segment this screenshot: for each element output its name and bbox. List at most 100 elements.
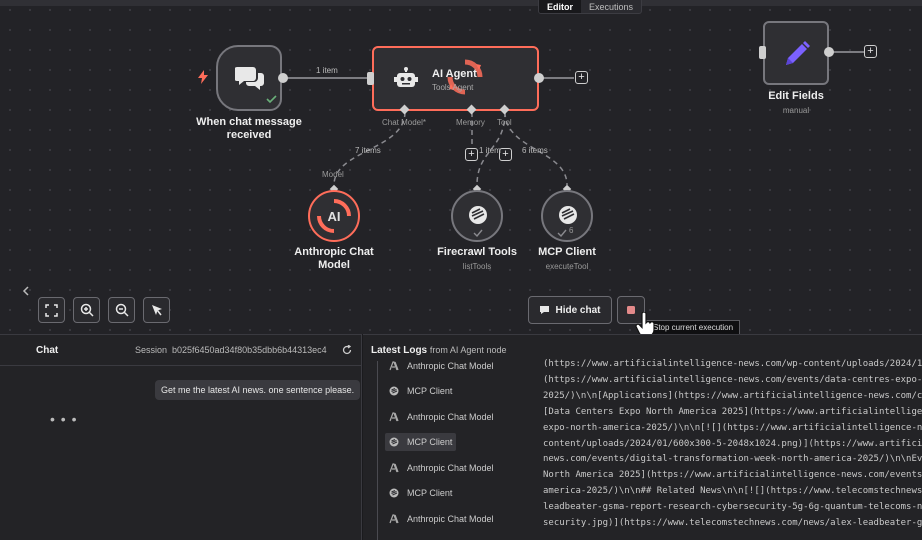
log-output-line: content/uploads/2024/01/600x300-5-2048x1… (543, 438, 922, 449)
mcp-check-icon (557, 229, 567, 237)
port-label-tool: Tool (497, 118, 512, 127)
ai-agent-title: AI Agent (432, 68, 477, 80)
log-item-label: MCP Client (407, 488, 453, 498)
mcp-icon (389, 386, 399, 396)
edit-fields-node[interactable] (763, 21, 829, 85)
zoom-out-icon (115, 303, 129, 317)
edit-fields-subtitle: manual (782, 106, 810, 115)
log-output-line: (https://www.artificialintelligence-news… (543, 374, 922, 385)
mcp-client-node[interactable]: 6 (541, 190, 593, 242)
stop-execution-tooltip: Stop current execution (646, 320, 741, 334)
chat-header: Chat Session b025f6450ad34f80b35dbb6b443… (0, 335, 362, 366)
anthropic-label-line2: Model (318, 259, 350, 271)
log-item-label: Anthropic Chat Model (407, 412, 494, 422)
anthropic-logo-icon: AI (317, 199, 351, 233)
select-tool-button[interactable] (143, 297, 170, 323)
log-item[interactable]: Anthropic Chat Model (385, 357, 498, 375)
user-message-bubble: Get me the latest AI news. one sentence … (155, 380, 361, 400)
port-label-chat-model: Chat Model* (382, 118, 427, 127)
typing-indicator: • • • (50, 411, 78, 427)
firecrawl-subtitle: listTools (462, 262, 492, 271)
hide-chat-button[interactable]: Hide chat (528, 296, 612, 324)
mcp-icon (389, 488, 399, 498)
zoom-in-icon (80, 303, 94, 317)
reset-session-icon[interactable] (342, 345, 352, 355)
edge-label-model-items: 7 items (355, 146, 381, 155)
anthropic-label-line1: Anthropic Chat (294, 246, 374, 258)
anthropic-icon (389, 514, 399, 524)
port-label-memory: Memory (456, 118, 485, 127)
edge-label-mcp-items: 6 items (522, 146, 548, 155)
chat-panel: Chat Session b025f6450ad34f80b35dbb6b443… (0, 334, 362, 540)
log-output-line: security.jpg)](https://www.telecomstechn… (543, 518, 922, 529)
log-item-label: MCP Client (407, 386, 453, 396)
log-output-line: [Data Centers Expo North America 2025](h… (543, 406, 922, 417)
log-item[interactable]: MCP Client (385, 484, 456, 502)
log-output-line: expo-north-america-2025/)\n\n[![](https:… (543, 422, 922, 433)
log-output-line: leadbeater-gsma-report-research-cybersec… (543, 502, 922, 513)
chat-bubbles-icon (235, 67, 264, 90)
zoom-in-button[interactable] (73, 297, 100, 323)
log-item[interactable]: Anthropic Chat Model (385, 510, 498, 528)
chevron-left-icon[interactable] (22, 286, 30, 296)
fit-view-button[interactable] (38, 297, 65, 323)
log-item-label: Anthropic Chat Model (407, 514, 494, 524)
edge-label-trigger-agent: 1 item (316, 66, 338, 75)
trigger-output-port[interactable] (278, 73, 288, 83)
session-label: Session (135, 345, 168, 355)
log-output: (https://www.artificialintelligence-news… (543, 357, 922, 532)
anthropic-icon (389, 361, 399, 371)
bolt-icon (198, 70, 208, 84)
cursor-icon (151, 304, 162, 315)
edit-fields-output-port[interactable] (824, 47, 834, 57)
ai-agent-subtitle: Tools Agent (432, 83, 474, 92)
logs-tree-line (377, 361, 378, 540)
check-icon (266, 95, 277, 104)
workflow-canvas[interactable]: Editor Executions When chat message rece… (0, 0, 922, 334)
chat-trigger-node[interactable] (216, 45, 282, 111)
user-message-text: Get me the latest AI news. one sentence … (161, 385, 355, 395)
chat-trigger-label-line1: When chat message (196, 116, 302, 128)
chat-bubble-icon (540, 306, 550, 314)
log-output-line: 2025/)\n\n[Applications](https://www.art… (543, 390, 922, 401)
log-item[interactable]: MCP Client (385, 433, 457, 451)
ai-agent-node[interactable]: AI Agent Tools Agent (372, 46, 539, 111)
add-memory-button[interactable]: + (465, 148, 478, 161)
logs-source: from AI Agent node (429, 345, 507, 355)
mcp-tool-icon (559, 206, 577, 224)
agent-subports (399, 104, 510, 115)
agent-output-port[interactable] (534, 73, 544, 83)
log-output-line: news.com/events/digital-transformation-w… (543, 454, 922, 465)
chat-trigger-label-line2: received (226, 129, 272, 141)
edit-fields-input-port[interactable] (759, 46, 766, 59)
anthropic-chat-model-node[interactable]: AI (308, 190, 360, 242)
log-item-label: Anthropic Chat Model (407, 463, 494, 473)
log-output-line: (https://www.artificialintelligence-news… (543, 359, 922, 369)
anthropic-label: Anthropic Chat Model (278, 246, 390, 272)
tool-stack-icon (469, 206, 487, 224)
anthropic-icon (389, 463, 399, 473)
anthropic-icon (389, 412, 399, 422)
mcp-subtitle: executeTool (545, 262, 589, 271)
robot-icon (394, 67, 418, 87)
logs-header: Latest Logs from AI Agent node (371, 345, 506, 356)
hide-chat-label: Hide chat (555, 304, 601, 316)
firecrawl-tools-node[interactable] (451, 190, 503, 242)
log-output-line: america-2025/)\n\n## Related News\n\n[![… (543, 486, 922, 497)
zoom-out-button[interactable] (108, 297, 135, 323)
chat-trigger-label: When chat message received (184, 116, 314, 142)
mcp-icon (389, 437, 399, 447)
pencil-icon (786, 41, 810, 65)
add-node-after-edit-fields-button[interactable]: + (864, 45, 877, 58)
log-item[interactable]: Anthropic Chat Model (385, 408, 498, 426)
add-node-after-agent-button[interactable]: + (575, 71, 588, 84)
log-item[interactable]: MCP Client (385, 382, 456, 400)
agent-input-port[interactable] (367, 72, 374, 85)
fit-view-icon (45, 303, 58, 317)
logs-title: Latest Logs (371, 345, 428, 356)
firecrawl-check-icon (473, 229, 483, 237)
log-item[interactable]: Anthropic Chat Model (385, 459, 498, 477)
log-output-line: North America 2025](https://www.artifici… (543, 470, 922, 481)
log-item-label: Anthropic Chat Model (407, 361, 494, 371)
log-item-label: MCP Client (407, 437, 453, 447)
